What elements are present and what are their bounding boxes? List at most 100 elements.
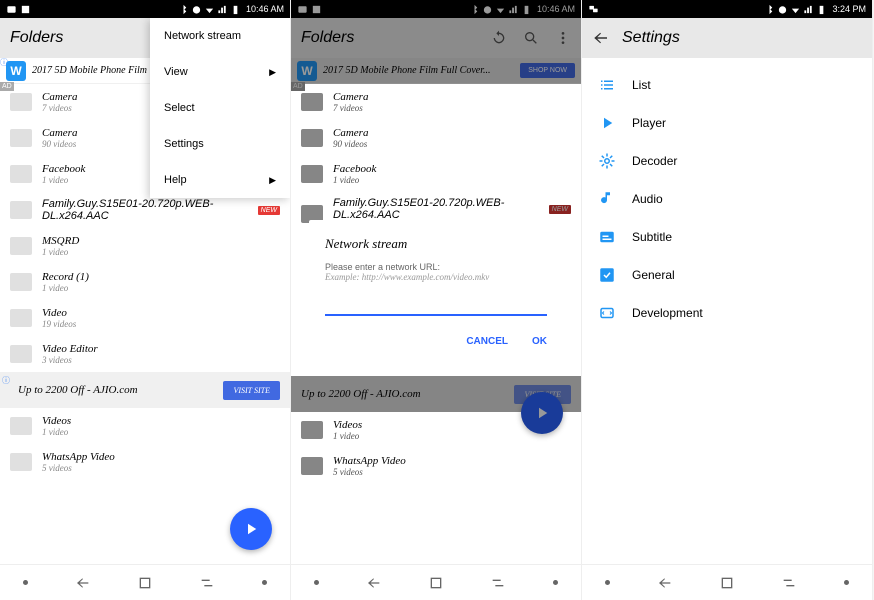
nav-back-icon[interactable] bbox=[75, 575, 91, 591]
ad-text: Up to 2200 Off - AJIO.com bbox=[18, 384, 223, 396]
more-icon[interactable] bbox=[555, 30, 571, 46]
ad-item[interactable]: ⓘ Up to 2200 Off - AJIO.com VISIT SITE bbox=[0, 372, 290, 408]
menu-help[interactable]: Help▶ bbox=[150, 162, 290, 198]
folder-item[interactable]: Video Editor3 videos bbox=[0, 336, 290, 372]
nav-home-icon[interactable] bbox=[428, 575, 444, 591]
folder-item[interactable]: WhatsApp Video5 videos bbox=[291, 448, 581, 484]
ad-close-icon[interactable]: ⓘ bbox=[0, 57, 8, 68]
url-input[interactable] bbox=[325, 290, 547, 316]
nav-recent-icon[interactable] bbox=[490, 575, 506, 591]
settings-list: List Player Decoder Audio Subtitle Gener… bbox=[582, 58, 872, 340]
folder-item[interactable]: Camera7 videos bbox=[291, 84, 581, 120]
signal-icon bbox=[217, 4, 228, 15]
nav-dot[interactable] bbox=[553, 580, 558, 585]
nav-home-icon[interactable] bbox=[137, 575, 153, 591]
folder-list: Camera7 videos Camera90 videos Facebook1… bbox=[291, 84, 581, 236]
folder-item[interactable]: Video19 videos bbox=[0, 300, 290, 336]
cancel-button[interactable]: CANCEL bbox=[466, 336, 508, 347]
settings-general-item[interactable]: General bbox=[582, 256, 872, 294]
folder-count: 1 video bbox=[42, 283, 280, 293]
nav-dot[interactable] bbox=[844, 580, 849, 585]
folder-name: WhatsApp Video bbox=[42, 451, 280, 463]
ad-logo-icon: W bbox=[6, 61, 26, 81]
nav-dot[interactable] bbox=[23, 580, 28, 585]
folder-item[interactable]: Videos1 video bbox=[0, 408, 290, 444]
nav-bar bbox=[291, 564, 581, 600]
settings-audio-item[interactable]: Audio bbox=[582, 180, 872, 218]
nav-recent-icon[interactable] bbox=[781, 575, 797, 591]
folder-item[interactable]: MSQRD1 video bbox=[0, 228, 290, 264]
menu-settings[interactable]: Settings bbox=[150, 126, 290, 162]
folder-icon bbox=[10, 345, 32, 363]
wifi-icon bbox=[790, 4, 801, 15]
play-fab[interactable] bbox=[521, 392, 563, 434]
folder-icon bbox=[10, 453, 32, 471]
settings-label: General bbox=[632, 268, 675, 282]
search-icon[interactable] bbox=[523, 30, 539, 46]
folder-icon bbox=[10, 309, 32, 327]
ad-close-icon[interactable]: ⓘ bbox=[2, 375, 10, 386]
shop-now-button[interactable]: SHOP NOW bbox=[520, 63, 575, 78]
chevron-right-icon: ▶ bbox=[269, 175, 276, 186]
new-badge: NEW bbox=[258, 206, 280, 215]
nav-home-icon[interactable] bbox=[719, 575, 735, 591]
app-header: Folders bbox=[291, 18, 581, 58]
ok-button[interactable]: OK bbox=[532, 336, 547, 347]
alarm-icon bbox=[191, 4, 202, 15]
nav-dot[interactable] bbox=[605, 580, 610, 585]
settings-decoder-item[interactable]: Decoder bbox=[582, 142, 872, 180]
folder-icon bbox=[10, 201, 32, 219]
folder-icon bbox=[10, 417, 32, 435]
new-badge: NEW bbox=[549, 205, 571, 214]
music-note-icon bbox=[598, 190, 616, 208]
screen-folders-menu: 10:46 AM Folders ⓘ W 2017 5D Mobile Phon… bbox=[0, 0, 291, 600]
menu-select[interactable]: Select bbox=[150, 90, 290, 126]
ad-banner-top[interactable]: W 2017 5D Mobile Phone Film Full Cover..… bbox=[291, 58, 581, 84]
app-header: Settings bbox=[582, 18, 872, 58]
folder-count: 5 videos bbox=[333, 467, 571, 477]
network-stream-dialog: Network stream Please enter a network UR… bbox=[309, 220, 563, 363]
ad-tag: AD bbox=[0, 82, 14, 91]
status-bar: 10:46 AM bbox=[0, 0, 290, 18]
nav-recent-icon[interactable] bbox=[199, 575, 215, 591]
status-bar: 3:24 PM bbox=[582, 0, 872, 18]
nav-bar bbox=[0, 564, 290, 600]
folder-item[interactable]: Camera90 videos bbox=[291, 120, 581, 156]
folder-item[interactable]: WhatsApp Video5 videos bbox=[0, 444, 290, 480]
nav-back-icon[interactable] bbox=[366, 575, 382, 591]
folder-icon bbox=[301, 93, 323, 111]
folder-icon bbox=[10, 165, 32, 183]
nav-back-icon[interactable] bbox=[657, 575, 673, 591]
folder-name: Family.Guy.S15E01-20.720p.WEB-DL.x264.AA… bbox=[333, 197, 571, 221]
dialog-title: Network stream bbox=[325, 236, 547, 252]
play-fab[interactable] bbox=[230, 508, 272, 550]
bluetooth-icon bbox=[764, 4, 775, 15]
refresh-icon[interactable] bbox=[491, 30, 507, 46]
ad-text: 2017 5D Mobile Phone Film Full Cover... bbox=[323, 65, 520, 76]
folder-item[interactable]: Facebook1 video bbox=[291, 156, 581, 192]
folder-item[interactable]: Record (1)1 video bbox=[0, 264, 290, 300]
folder-icon bbox=[301, 165, 323, 183]
folder-name: Videos bbox=[42, 415, 280, 427]
settings-development-item[interactable]: Development bbox=[582, 294, 872, 332]
visit-site-button[interactable]: VISIT SITE bbox=[223, 381, 280, 400]
folder-count: 7 videos bbox=[333, 103, 571, 113]
picture-icon bbox=[311, 4, 322, 15]
dev-icon bbox=[598, 304, 616, 322]
menu-network-stream[interactable]: Network stream bbox=[150, 18, 290, 54]
nav-dot[interactable] bbox=[314, 580, 319, 585]
settings-label: List bbox=[632, 78, 651, 92]
folder-count: 19 videos bbox=[42, 319, 280, 329]
settings-subtitle-item[interactable]: Subtitle bbox=[582, 218, 872, 256]
status-bar: 10:46 AM bbox=[291, 0, 581, 18]
nav-dot[interactable] bbox=[262, 580, 267, 585]
settings-list-item[interactable]: List bbox=[582, 66, 872, 104]
folder-name: WhatsApp Video bbox=[333, 455, 571, 467]
chevron-right-icon: ▶ bbox=[269, 67, 276, 78]
menu-view[interactable]: View▶ bbox=[150, 54, 290, 90]
subtitle-icon bbox=[598, 228, 616, 246]
list-icon bbox=[598, 76, 616, 94]
settings-player-item[interactable]: Player bbox=[582, 104, 872, 142]
back-icon[interactable] bbox=[592, 29, 610, 47]
signal-icon bbox=[508, 4, 519, 15]
